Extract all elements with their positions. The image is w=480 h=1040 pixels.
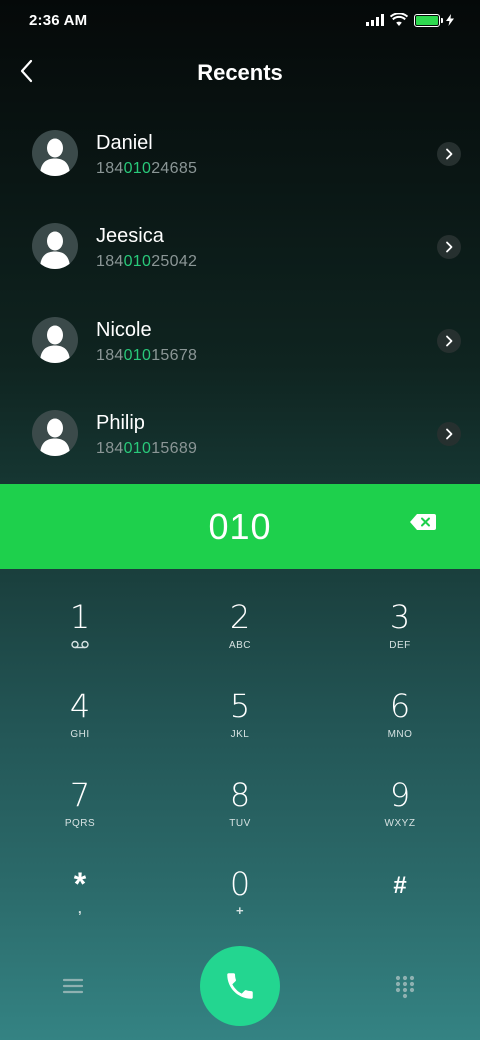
- contact-detail-button[interactable]: [437, 235, 461, 260]
- chevron-right-icon: [446, 428, 453, 440]
- key-letters: GHI: [70, 729, 90, 740]
- menu-button[interactable]: [60, 973, 86, 999]
- key-digit: #: [393, 872, 407, 899]
- call-button[interactable]: [200, 946, 280, 1026]
- avatar: [32, 223, 78, 270]
- contact-detail-button[interactable]: [437, 142, 461, 166]
- key-digit: 8: [229, 776, 251, 814]
- contact-name: Philip: [96, 411, 145, 434]
- contact-row[interactable]: Philip 18401015689: [0, 388, 480, 481]
- page-title: Recents: [197, 60, 283, 85]
- contact-detail-button[interactable]: [437, 328, 461, 353]
- contact-row[interactable]: Jeesica 18401025042: [0, 201, 480, 294]
- chevron-right-icon: [446, 335, 453, 346]
- menu-icon: [62, 978, 84, 994]
- key-1[interactable]: 1: [0, 580, 160, 669]
- key-5[interactable]: 5 JKL: [160, 669, 320, 758]
- key-7[interactable]: 7 PQRS: [0, 758, 160, 847]
- key-digit: 4: [69, 687, 91, 725]
- dialer-screen: 2:36 AM Recents Daniel 18401024685 Jeesi…: [0, 0, 480, 1040]
- avatar: [32, 409, 78, 456]
- key-letters: ABC: [228, 640, 252, 651]
- status-icons: [366, 13, 454, 27]
- header: Recents: [0, 44, 480, 100]
- contact-number: 18401025042: [96, 253, 198, 271]
- contact-detail-button[interactable]: [437, 421, 461, 446]
- key-9[interactable]: 9 WXYZ: [320, 758, 480, 847]
- person-icon: [40, 325, 70, 363]
- charging-icon: [446, 14, 454, 26]
- key-3[interactable]: 3 DEF: [320, 580, 480, 669]
- key-letters: ,: [77, 901, 83, 916]
- dialpad-button[interactable]: [392, 973, 418, 999]
- backspace-icon: [410, 514, 436, 530]
- wifi-icon: [390, 13, 408, 26]
- bottom-bar: [0, 945, 480, 1030]
- key-hash[interactable]: #: [320, 847, 480, 936]
- battery-icon: [414, 13, 443, 27]
- recents-list: Daniel 18401024685 Jeesica 18401025042 N…: [0, 108, 480, 481]
- status-bar: 2:36 AM: [0, 0, 480, 44]
- key-star[interactable]: * ,: [0, 847, 160, 936]
- chevron-right-icon: [446, 241, 453, 253]
- chevron-right-icon: [446, 148, 453, 160]
- backspace-button[interactable]: [410, 514, 440, 534]
- key-4[interactable]: 4 GHI: [0, 669, 160, 758]
- person-icon: [40, 138, 70, 176]
- key-2[interactable]: 2 ABC: [160, 580, 320, 669]
- key-digit: 9: [389, 776, 411, 814]
- key-letters: DEF: [389, 640, 411, 651]
- contact-name: Daniel: [96, 132, 153, 154]
- contact-number: 18401015678: [96, 346, 198, 364]
- key-8[interactable]: 8 TUV: [160, 758, 320, 847]
- person-icon: [40, 418, 70, 456]
- signal-icon: [366, 14, 384, 26]
- key-digit: 0: [229, 865, 251, 903]
- contact-row[interactable]: Daniel 18401024685: [0, 108, 480, 201]
- key-6[interactable]: 6 MNO: [320, 669, 480, 758]
- contact-name: Nicole: [96, 318, 152, 341]
- avatar: [32, 130, 78, 176]
- key-letters: MNO: [387, 729, 413, 740]
- key-letters: +: [235, 903, 245, 918]
- key-digit: 5: [229, 687, 251, 725]
- dialed-number[interactable]: 010: [0, 506, 480, 548]
- key-letters: PQRS: [64, 818, 96, 829]
- phone-icon: [227, 973, 253, 999]
- person-icon: [40, 231, 70, 270]
- status-time: 2:36 AM: [29, 12, 88, 29]
- keypad: 1 2 ABC 3 DEF 4 GHI 5 JKL 6 MNO 7 PQRS 8…: [0, 580, 480, 936]
- key-letters: JKL: [230, 729, 250, 740]
- contact-row[interactable]: Nicole 18401015678: [0, 295, 480, 388]
- dial-input-bar: 010: [0, 484, 480, 569]
- key-digit: 6: [389, 687, 411, 725]
- key-digit: 1: [69, 598, 91, 636]
- key-digit: 7: [69, 776, 91, 814]
- contact-name: Jeesica: [96, 225, 164, 248]
- dialpad-icon: [395, 975, 415, 999]
- key-0[interactable]: 0 +: [160, 847, 320, 936]
- key-digit: 2: [229, 598, 251, 636]
- key-digit: 3: [389, 598, 411, 636]
- key-digit: *: [73, 866, 87, 902]
- contact-number: 18401015689: [96, 439, 198, 457]
- contact-number: 18401024685: [96, 160, 198, 177]
- key-letters: WXYZ: [384, 818, 416, 829]
- key-letters: TUV: [229, 818, 251, 829]
- voicemail-icon: [71, 640, 89, 649]
- avatar: [32, 316, 78, 363]
